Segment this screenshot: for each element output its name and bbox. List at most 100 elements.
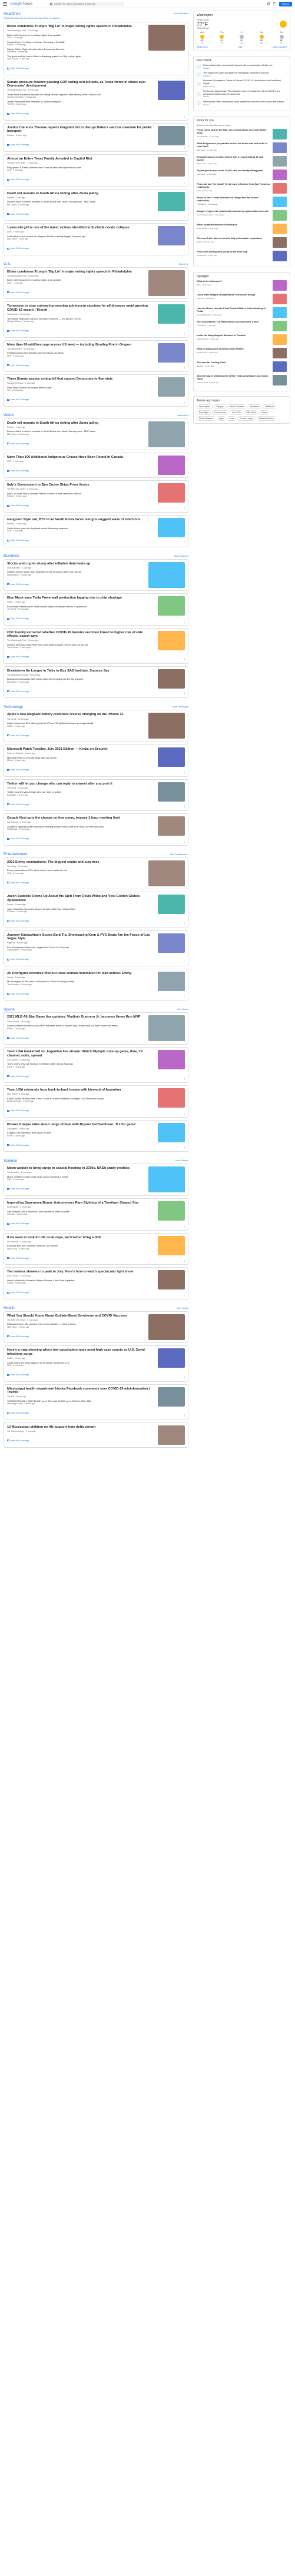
- more-vert-icon[interactable]: ⋮: [183, 541, 186, 545]
- story-headline[interactable]: 1-year-old girl is one of the latest vic…: [7, 226, 154, 230]
- related-headline[interactable]: Italy 1 | Cruise Ship & Boaters Return t…: [7, 492, 154, 495]
- pick-item[interactable]: Fossil hunts and be the Man: Lim at tons…: [197, 128, 287, 140]
- more-vert-icon[interactable]: ⋮: [183, 1376, 186, 1380]
- section-more-link[interactable]: More Business: [174, 555, 188, 557]
- story-headline[interactable]: Stocks and crypto slump after inflation …: [7, 562, 145, 566]
- full-coverage-link[interactable]: View Full Coverage: [7, 656, 29, 658]
- story-headline[interactable]: Death toll mounts in South Africa riotin…: [7, 421, 145, 426]
- story-source[interactable]: USA TODAY · 4 hours ago: [7, 1275, 154, 1277]
- more-vert-icon[interactable]: ⋮: [183, 146, 186, 149]
- story-source[interactable]: Reuters · 1 hour ago: [7, 197, 154, 199]
- story-thumbnail[interactable]: [148, 1015, 185, 1042]
- related-source[interactable]: Houston Chronicle · 4 hours ago: [7, 96, 154, 99]
- story-headline[interactable]: Microsoft Patch Tuesday, July 2021 Editi…: [7, 747, 154, 752]
- related-source[interactable]: NPR · 2 hours ago: [7, 1364, 154, 1367]
- story-thumbnail[interactable]: [158, 1348, 185, 1368]
- fact-check-item[interactable]: The bogus NIH claim that Biden is 'manda…: [197, 72, 287, 77]
- story-thumbnail[interactable]: [158, 971, 185, 991]
- full-coverage-link[interactable]: View Full Coverage: [7, 1075, 29, 1078]
- full-coverage-link[interactable]: View Full Coverage: [7, 1257, 29, 1259]
- story-headline[interactable]: 2021 Emmy nominations: The biggest snubs…: [7, 860, 145, 865]
- search-input[interactable]: [54, 2, 120, 5]
- story-source[interactable]: The Washington Post · 4 hours ago: [7, 639, 154, 641]
- story-thumbnail[interactable]: [158, 191, 185, 211]
- story-thumbnail[interactable]: [158, 1122, 185, 1142]
- pick-item[interactable]: Google's 'hyperreal' results will contin…: [197, 210, 287, 221]
- more-vert-icon[interactable]: ⋮: [183, 1294, 186, 1297]
- more-vert-icon[interactable]: ⋮: [183, 1259, 186, 1262]
- fact-check-item[interactable]: Without any Pfizer wholesome users sprea…: [197, 101, 287, 106]
- more-vert-icon[interactable]: ⋮: [183, 293, 186, 297]
- related-headline[interactable]: Inflation climbs higher than expected to…: [7, 570, 145, 573]
- pick-headline[interactable]: Biden stumbled amount of Dinosaurs: [197, 223, 270, 227]
- full-coverage-link[interactable]: View Full Coverage: [7, 920, 29, 922]
- section-more-link[interactable]: More Headlines: [174, 12, 188, 15]
- topic-chip[interactable]: NBA Finals: [244, 410, 258, 416]
- story-headline[interactable]: Journey Kardashian's Scoop Barb Tip, Sho…: [7, 933, 154, 941]
- story-thumbnail[interactable]: [148, 713, 185, 739]
- story-thumbnail[interactable]: [158, 343, 185, 363]
- related-headline[interactable]: Tennessee abandons vaccine outreach to m…: [7, 317, 154, 320]
- related-headline[interactable]: Texas State Backstrial assisted for call…: [7, 93, 154, 96]
- related-headline[interactable]: Europa's Bite Ice Could Be Tricky for Li…: [7, 1244, 154, 1247]
- section-title[interactable]: Science: [4, 1159, 17, 1163]
- related-source[interactable]: Engadget · 2 hours ago: [7, 794, 154, 797]
- more-vert-icon[interactable]: ⋮: [183, 960, 186, 964]
- fact-check-item[interactable]: However Schaspetico Claims of Forced COV…: [197, 79, 287, 88]
- topic-chip[interactable]: Blue Origin: [197, 410, 211, 416]
- story-headline[interactable]: Tennessee to stop outreach promoting ado…: [7, 304, 154, 312]
- story-source[interactable]: NBC Sports · 1 hour ago: [7, 1093, 154, 1095]
- pick-headline[interactable]: Reusable launch vehicles tested with a r…: [197, 155, 270, 162]
- related-source[interactable]: Reuters · 3 hours ago: [7, 495, 154, 498]
- fact-check-claim[interactable]: However Schaspetico Claims of Forced COV…: [203, 79, 281, 85]
- story-thumbnail[interactable]: [158, 456, 185, 476]
- pick-item[interactable]: Toyota (and Lexus) recall 70,000 cars ov…: [197, 169, 287, 181]
- fact-check-claim[interactable]: The bogus NIH claim that Biden is 'manda…: [203, 72, 269, 74]
- help-icon[interactable]: [267, 2, 270, 5]
- topic-chip[interactable]: Tesla: [227, 416, 237, 421]
- related-source[interactable]: ESPN · 4 hours ago: [7, 1066, 154, 1069]
- topic-chip[interactable]: Space: [259, 410, 270, 416]
- related-source[interactable]: Fox News · 3 hours ago: [7, 51, 145, 54]
- more-vert-icon[interactable]: ⋮: [183, 840, 186, 843]
- related-source[interactable]: The Hill · 2 hours ago: [7, 103, 154, 106]
- more-vert-icon[interactable]: ⋮: [183, 658, 186, 662]
- section-more-link[interactable]: More Technology: [173, 706, 188, 708]
- full-coverage-link[interactable]: View Full Coverage: [7, 144, 29, 146]
- story-source[interactable]: CBS Sports · 2 hours ago: [7, 1059, 154, 1061]
- story-thumbnail[interactable]: [158, 747, 185, 767]
- spotlight-headline[interactable]: China leaks images of nightmarish new ro…: [197, 293, 270, 297]
- section-more-link[interactable]: More Sports: [177, 1008, 188, 1011]
- spotlight-thumbnail[interactable]: [273, 348, 287, 359]
- story-thumbnail[interactable]: [158, 125, 185, 145]
- apps-icon[interactable]: [273, 2, 276, 5]
- story-source[interactable]: The Guardian · 2 hours ago: [7, 1171, 145, 1174]
- related-source[interactable]: Mississippi Today · 3 hours ago: [7, 1402, 154, 1405]
- more-vert-icon[interactable]: ⋮: [183, 1190, 186, 1194]
- full-coverage-link[interactable]: View Full Coverage: [7, 803, 29, 806]
- full-coverage-link[interactable]: View Full Coverage: [7, 1109, 29, 1112]
- related-source[interactable]: ESPN · 2 hours ago: [7, 1135, 154, 1138]
- related-headline[interactable]: How to Watch the Perseids Meteor Shower …: [7, 1279, 154, 1282]
- pick-item[interactable]: Finds out say The Good? To far more refe…: [197, 182, 287, 194]
- story-thumbnail[interactable]: [158, 377, 185, 397]
- pick-thumbnail[interactable]: [273, 210, 287, 221]
- more-vert-icon[interactable]: ⋮: [183, 332, 186, 335]
- story-headline[interactable]: Biden condemns Trump's 'Big Lie' in majo…: [7, 25, 145, 29]
- story-thumbnail[interactable]: [148, 421, 185, 447]
- story-headline[interactable]: Italy's Government to Ban Cruise Ships F…: [7, 483, 154, 487]
- story-thumbnail[interactable]: [148, 860, 185, 886]
- related-headline[interactable]: MJ Rodriguez is first trans nominated fo…: [7, 980, 154, 983]
- related-headline[interactable]: Koepka: DeChambeau feud 'good' for golf: [7, 1131, 154, 1134]
- full-coverage-link[interactable]: View Full Coverage: [7, 178, 29, 181]
- story-headline[interactable]: Mississippi health department blocks Fac…: [7, 1387, 154, 1395]
- related-source[interactable]: Yahoo News · 3 hours ago: [7, 646, 154, 649]
- full-coverage-link[interactable]: View Full Coverage: [7, 617, 29, 620]
- story-headline[interactable]: Apple's new MagSafe battery pretoners re…: [7, 713, 145, 717]
- related-source[interactable]: NPR · 2 hours ago: [7, 355, 154, 358]
- pick-item[interactable]: The new Dutch laws on almost fully enfor…: [197, 237, 287, 248]
- related-headline[interactable]: Kevin Durant, Bradley Beal Catch Covid a…: [7, 1097, 154, 1100]
- pick-item[interactable]: Ford's self-driving vans could be the ne…: [197, 250, 287, 262]
- topic-chip[interactable]: Copa America: [211, 410, 228, 416]
- section-more-link[interactable]: More Entertainment: [170, 853, 188, 856]
